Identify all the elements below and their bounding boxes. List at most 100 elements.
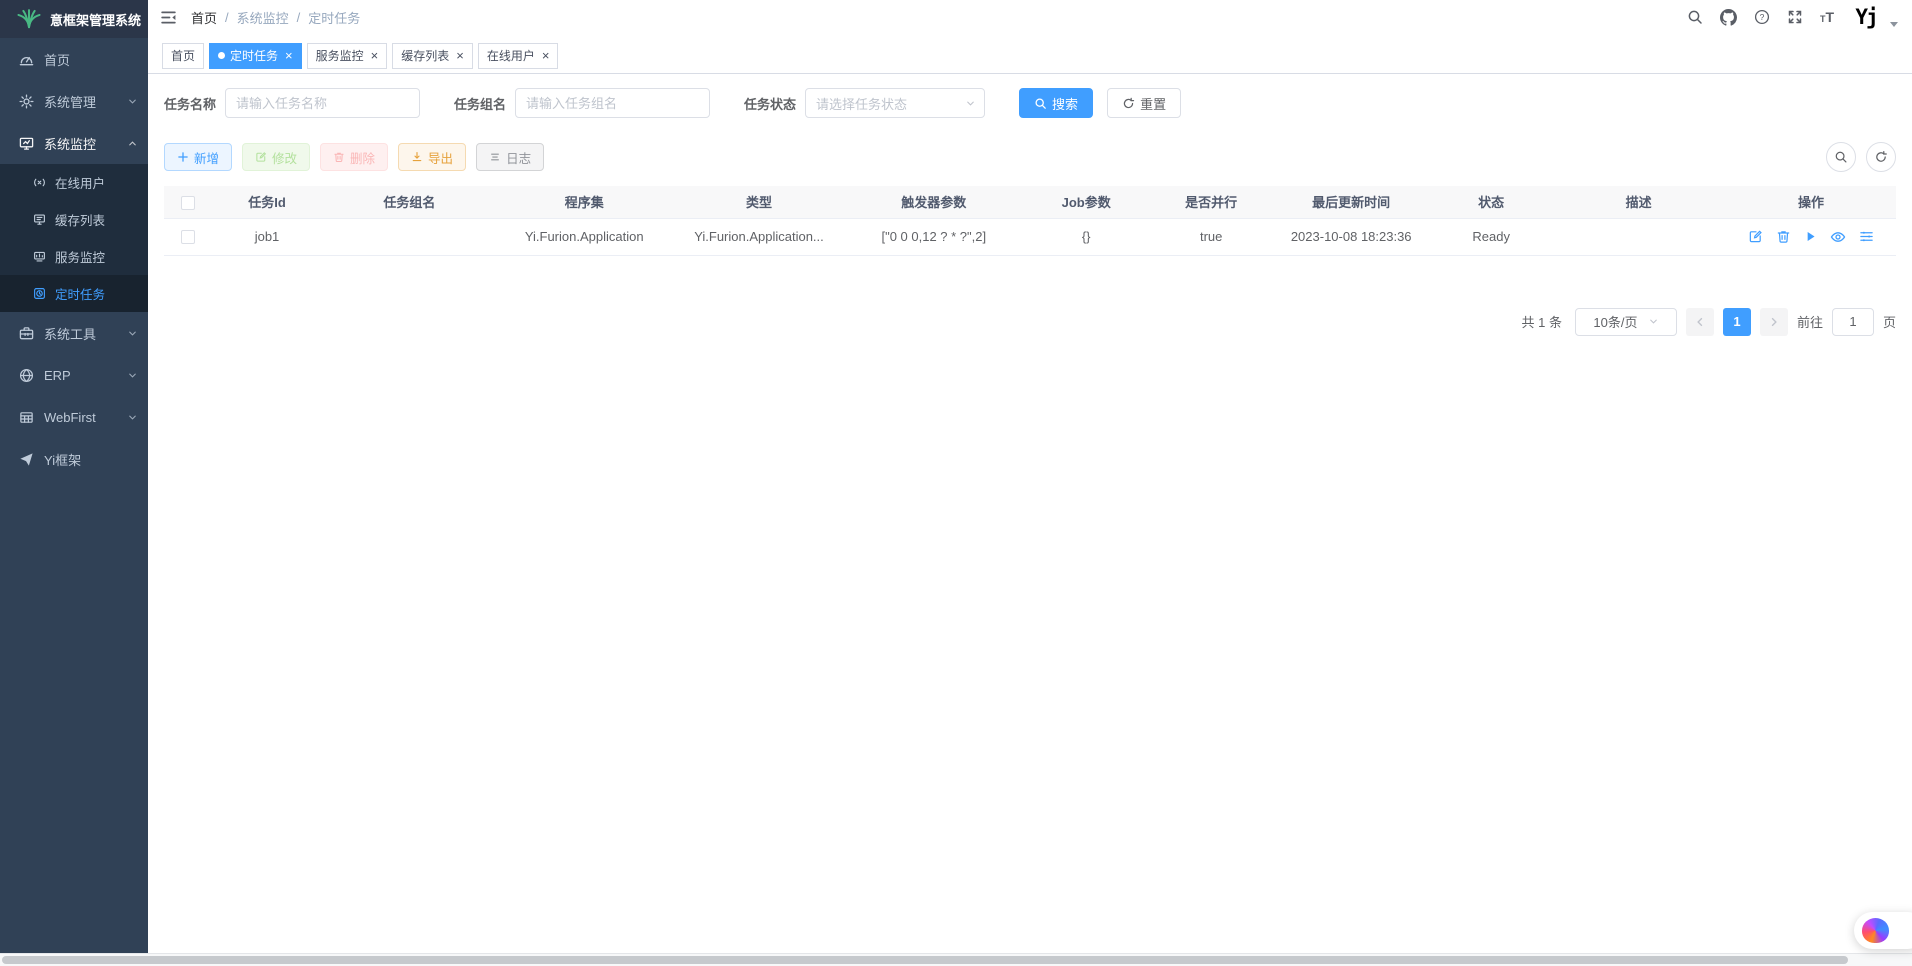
- tab-cache-list[interactable]: 缓存列表 ×: [392, 43, 473, 69]
- tab-label: 在线用户: [487, 47, 535, 64]
- cell-assembly: Yi.Furion.Application: [497, 218, 672, 255]
- search-icon[interactable]: [1687, 9, 1703, 25]
- sidebar-item-service-monitor[interactable]: 服务监控: [0, 238, 148, 275]
- main-area: 首页 / 系统监控 / 定时任务 ?: [148, 0, 1912, 966]
- breadcrumb-separator: /: [225, 10, 229, 25]
- breadcrumb-level2: 定时任务: [308, 8, 360, 27]
- task-status-label: 任务状态: [744, 94, 796, 113]
- next-page-button[interactable]: [1760, 308, 1788, 336]
- sidebar-item-scheduled-tasks[interactable]: 定时任务: [0, 275, 148, 312]
- globe-icon: [19, 368, 34, 383]
- assistant-widget[interactable]: [1854, 912, 1912, 949]
- row-view-icon[interactable]: [1830, 229, 1846, 245]
- scrollbar-thumb[interactable]: [2, 956, 1848, 964]
- chevron-down-icon: [965, 98, 976, 109]
- reset-button[interactable]: 重置: [1107, 88, 1181, 118]
- row-checkbox[interactable]: [181, 230, 195, 244]
- cell-type: Yi.Furion.Application...: [672, 218, 847, 255]
- horizontal-scrollbar[interactable]: [0, 953, 1912, 966]
- online-users-icon: [33, 176, 46, 189]
- filter-form: 任务名称 任务组名 任务状态 请选择任务状态 搜索: [164, 88, 1896, 118]
- sidebar-item-system-monitor[interactable]: 系统监控: [0, 122, 148, 164]
- prev-page-button[interactable]: [1686, 308, 1714, 336]
- page-size-select[interactable]: 10条/页: [1575, 308, 1677, 336]
- service-monitor-icon: [33, 250, 46, 263]
- tags-view-bar: 首页 定时任务 × 服务监控 × 缓存列表 × 在线用户 ×: [148, 34, 1912, 74]
- sidebar-collapse-icon[interactable]: [160, 9, 177, 26]
- avatar[interactable]: Yj: [1851, 2, 1881, 32]
- sidebar-item-yi-framework[interactable]: Yi框架: [0, 438, 148, 480]
- sidebar-item-label: 在线用户: [55, 173, 105, 192]
- avatar-caret-icon[interactable]: [1890, 22, 1898, 27]
- app-root: 意框架管理系统 首页 系统管理 系统监控: [0, 0, 1912, 966]
- cell-updated-at: 2023-10-08 18:23:36: [1271, 218, 1431, 255]
- top-navbar: 首页 / 系统监控 / 定时任务 ?: [148, 0, 1912, 34]
- select-all-checkbox[interactable]: [181, 196, 195, 210]
- font-size-icon[interactable]: TT: [1820, 10, 1834, 24]
- github-icon[interactable]: [1720, 9, 1737, 26]
- task-name-input[interactable]: [225, 88, 420, 118]
- sidebar-item-label: 系统工具: [44, 324, 96, 343]
- breadcrumb-level1: 系统监控: [237, 8, 289, 27]
- row-edit-icon[interactable]: [1748, 229, 1763, 244]
- refresh-table-button[interactable]: [1866, 142, 1896, 172]
- filter-task-status: 任务状态 请选择任务状态: [744, 88, 985, 118]
- log-button[interactable]: 日志: [476, 143, 544, 171]
- toggle-search-button[interactable]: [1826, 142, 1856, 172]
- edit-icon: [255, 151, 267, 163]
- close-icon[interactable]: ×: [285, 49, 293, 62]
- col-operations: 操作: [1726, 186, 1896, 218]
- sidebar-item-home[interactable]: 首页: [0, 38, 148, 80]
- row-delete-icon[interactable]: [1776, 229, 1791, 244]
- goto-page-input[interactable]: [1832, 308, 1874, 336]
- active-tab-dot: [218, 52, 225, 59]
- breadcrumb: 首页 / 系统监控 / 定时任务: [191, 8, 360, 27]
- help-icon[interactable]: ?: [1754, 9, 1770, 25]
- col-updated-at: 最后更新时间: [1271, 186, 1431, 218]
- sidebar-item-online-users[interactable]: 在线用户: [0, 164, 148, 201]
- sidebar-item-webfirst[interactable]: WebFirst: [0, 396, 148, 438]
- toolbox-icon: [19, 326, 34, 341]
- refresh-icon: [1874, 150, 1888, 164]
- sidebar-item-label: 首页: [44, 50, 70, 69]
- sidebar-item-system-tools[interactable]: 系统工具: [0, 312, 148, 354]
- tab-online-users[interactable]: 在线用户 ×: [478, 43, 559, 69]
- close-icon[interactable]: ×: [542, 49, 550, 62]
- plant-logo-icon: [16, 9, 42, 29]
- sidebar-item-cache-list[interactable]: 缓存列表: [0, 201, 148, 238]
- fullscreen-icon[interactable]: [1787, 9, 1803, 25]
- add-button[interactable]: 新增: [164, 143, 232, 171]
- close-icon[interactable]: ×: [456, 49, 464, 62]
- export-button[interactable]: 导出: [398, 143, 466, 171]
- breadcrumb-home[interactable]: 首页: [191, 8, 217, 27]
- app-title: 意框架管理系统: [50, 10, 141, 29]
- delete-button[interactable]: 删除: [320, 143, 388, 171]
- edit-button[interactable]: 修改: [242, 143, 310, 171]
- toolbar-right-actions: [1826, 142, 1896, 172]
- chevron-left-icon: [1694, 316, 1706, 328]
- row-log-icon[interactable]: [1859, 229, 1874, 244]
- row-run-icon[interactable]: [1804, 230, 1817, 243]
- task-status-select[interactable]: 请选择任务状态: [805, 88, 985, 118]
- tab-home[interactable]: 首页: [162, 43, 204, 69]
- table-toolbar: 新增 修改 删除 导出 日志: [164, 142, 1896, 172]
- search-button[interactable]: 搜索: [1019, 88, 1093, 118]
- system-monitor-submenu: 在线用户 缓存列表 服务监控: [0, 164, 148, 312]
- page-number-1[interactable]: 1: [1723, 308, 1751, 336]
- app-logo[interactable]: 意框架管理系统: [0, 0, 148, 38]
- pagination: 共 1 条 10条/页 1 前往 页: [164, 308, 1896, 336]
- sidebar-item-erp[interactable]: ERP: [0, 354, 148, 396]
- dashboard-icon: [19, 52, 34, 67]
- task-group-input[interactable]: [515, 88, 710, 118]
- gear-icon: [19, 94, 34, 109]
- sidebar-item-system-mgmt[interactable]: 系统管理: [0, 80, 148, 122]
- chevron-down-icon: [127, 328, 138, 339]
- grid-table-icon: [19, 410, 34, 425]
- close-icon[interactable]: ×: [371, 49, 379, 62]
- tab-scheduled-tasks[interactable]: 定时任务 ×: [209, 43, 302, 69]
- sidebar-item-label: 缓存列表: [55, 210, 105, 229]
- task-group-label: 任务组名: [454, 94, 506, 113]
- tab-label: 定时任务: [230, 47, 278, 64]
- scheduled-tasks-icon: [33, 287, 46, 300]
- tab-service-monitor[interactable]: 服务监控 ×: [307, 43, 388, 69]
